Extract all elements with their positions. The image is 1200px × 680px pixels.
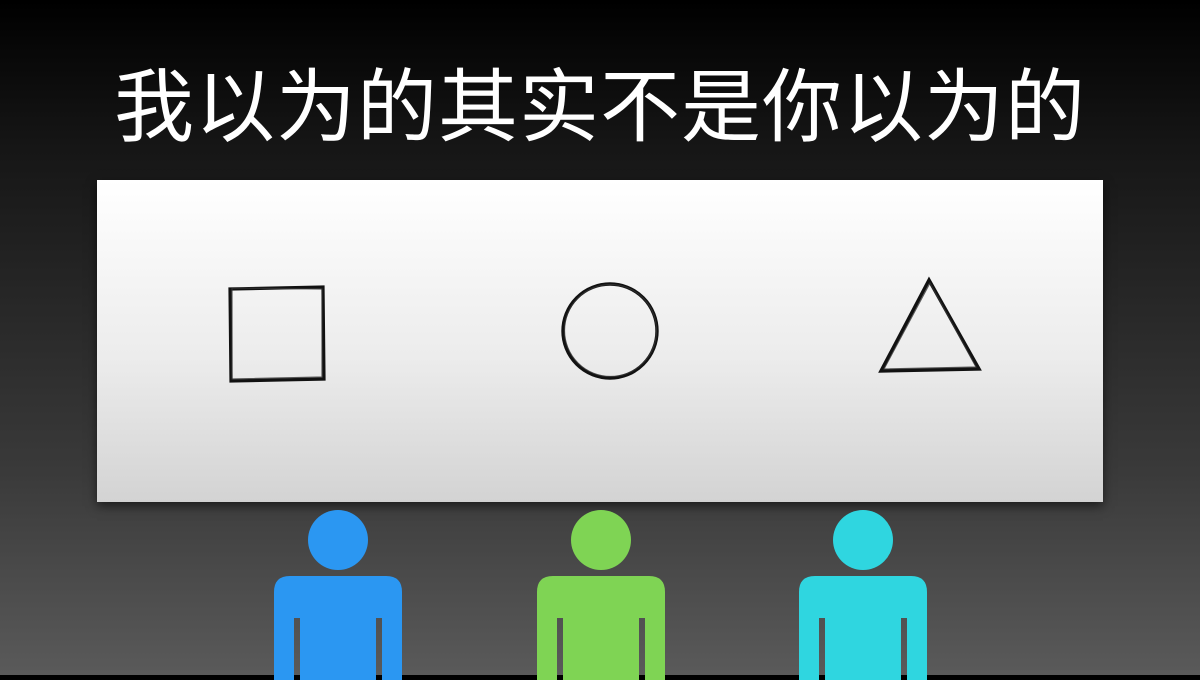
- square-outline-icon: [228, 285, 326, 383]
- person-head: [308, 510, 368, 570]
- person-body: [799, 576, 927, 680]
- person-body: [274, 576, 402, 680]
- circle-outline-icon: [561, 282, 659, 380]
- slide-title: 我以为的其实不是你以为的: [114, 61, 1086, 154]
- triangle-outline-icon: [878, 276, 982, 373]
- person-head: [833, 510, 893, 570]
- person-icon: [799, 510, 927, 680]
- person-head: [571, 510, 631, 570]
- person-icon: [274, 510, 402, 680]
- person-body: [537, 576, 665, 680]
- whiteboard: [97, 180, 1103, 502]
- person-icon: [537, 510, 665, 680]
